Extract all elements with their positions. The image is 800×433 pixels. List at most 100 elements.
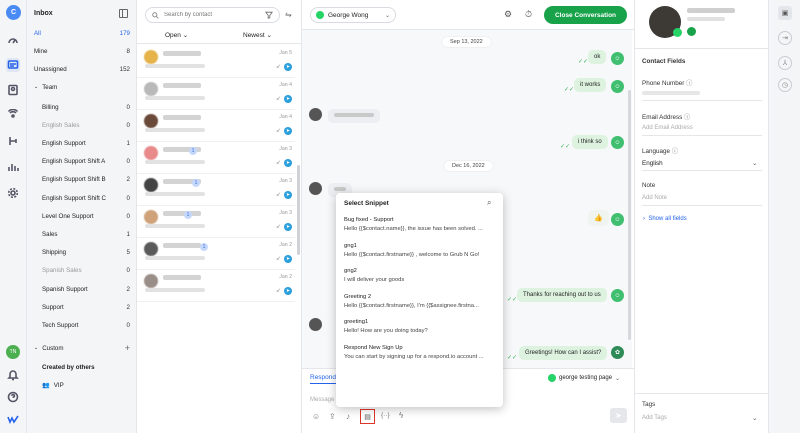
conversation-item[interactable]: Jan 5 ↙ ➤	[137, 46, 295, 78]
conversation-date: Jan 4	[279, 82, 292, 88]
sidebar-item-team[interactable]: Tech Support 0	[27, 318, 137, 332]
tab-respond[interactable]: Respond	[310, 374, 336, 381]
add-custom-icon[interactable]: +	[125, 343, 130, 353]
sidebar-item-team[interactable]: Level One Support 0	[27, 209, 137, 223]
reports-icon[interactable]	[6, 160, 20, 174]
conversation-item[interactable]: Jan 2 ↙ ➤ 1	[137, 238, 295, 270]
profile-icon[interactable]: ▣	[778, 6, 792, 20]
message-preview	[145, 96, 205, 100]
variable-icon[interactable]: {··}	[381, 412, 390, 419]
dashboard-icon[interactable]	[6, 33, 20, 47]
workspace-avatar[interactable]: C	[6, 5, 21, 20]
conversation-item[interactable]: Jan 3 ↙ ➤ 1	[137, 206, 295, 238]
sidebar-item-team[interactable]: Spanish Sales 0	[27, 264, 137, 278]
shortcut-icon[interactable]: ϟ	[399, 411, 403, 420]
users-icon: 👥	[42, 382, 50, 389]
upload-icon[interactable]: ⇪	[329, 412, 336, 421]
workflows-icon[interactable]	[6, 134, 20, 148]
messages-icon[interactable]	[6, 58, 20, 72]
message-input[interactable]: Message	[310, 397, 334, 403]
collapse-sidebar-icon[interactable]	[119, 9, 128, 18]
help-icon[interactable]	[6, 390, 20, 404]
microphone-icon[interactable]: ♪	[346, 412, 350, 421]
reply-arrow-icon: ↙	[275, 64, 281, 70]
search-box[interactable]	[145, 7, 280, 23]
conversation-item[interactable]: Jan 2 ↙ ➤	[137, 270, 295, 302]
contact-avatar	[309, 318, 322, 331]
snooze-icon[interactable]: ⏱	[525, 9, 532, 20]
status-filter-dropdown[interactable]: Open ⌄	[165, 31, 188, 39]
snippet-item[interactable]: gng2 I will deliver your goods	[344, 267, 496, 286]
tags-field[interactable]: Add Tags	[642, 415, 667, 421]
sidebar-item-team[interactable]: English Support Shift A0	[27, 155, 137, 169]
message-preview	[145, 128, 205, 132]
merge-icon[interactable]: ⅄	[778, 56, 792, 70]
close-conversation-button[interactable]: Close Conversation	[544, 6, 627, 24]
snippet-item[interactable]: Respond New Sign Up You can start by sig…	[344, 344, 496, 363]
settings-icon[interactable]	[6, 186, 20, 200]
sidebar-item-team[interactable]: English Support Shift B2	[27, 173, 137, 187]
forward-icon[interactable]: ⇥	[778, 31, 792, 45]
bell-icon[interactable]	[6, 368, 20, 382]
conversation-item[interactable]: Jan 4 ↙ ➤	[137, 78, 295, 110]
show-all-fields-link[interactable]: › Show all fields	[643, 216, 687, 222]
conversation-date: Jan 3	[279, 178, 292, 184]
snippet-item-body: I will deliver your goods	[344, 277, 405, 284]
conversation-item[interactable]: Jan 3 ↙ ➤ 1	[137, 142, 295, 174]
user-avatar[interactable]: TN	[6, 345, 20, 359]
filter-icon[interactable]	[265, 11, 273, 19]
sort-dropdown[interactable]: Newest ⌄	[243, 31, 272, 39]
snippet-item[interactable]: Greeting 2 Hello {{$contact.firstname}},…	[344, 293, 496, 312]
email-label: Email Address ⓘ	[642, 114, 691, 121]
whatsapp-icon	[316, 11, 324, 19]
emoji-icon[interactable]: ☺	[312, 412, 320, 421]
channel-selector[interactable]: george testing page ⌄	[548, 372, 630, 384]
send-button[interactable]: ➤	[610, 408, 627, 423]
snippet-item[interactable]: gng1 Hello {{$contact.firstname}} , welc…	[344, 242, 496, 261]
conversation-item[interactable]: Jan 3 ↙ ➤ 1	[137, 174, 295, 206]
sidebar-item-all[interactable]: All 179	[27, 26, 137, 40]
snippet-item[interactable]: Bug fixed - Support Hello {{$contact.nam…	[344, 216, 496, 235]
snippet-item[interactable]: greeting1 Hello! How are you doing today…	[344, 318, 496, 337]
message-bubble: it works	[574, 78, 607, 92]
list-scrollbar[interactable]	[297, 165, 300, 255]
divider	[642, 205, 762, 206]
conversation-item[interactable]: Jan 4 ↙ ➤	[137, 110, 295, 142]
add-contact-icon[interactable]: ⇋	[285, 10, 292, 19]
contacts-icon[interactable]	[6, 83, 20, 97]
sidebar-item-team[interactable]: English Support Shift C0	[27, 191, 137, 205]
note-field[interactable]: Add Note	[642, 195, 667, 201]
chevron-down-icon[interactable]: ⌄	[752, 414, 757, 422]
chevron-down-icon[interactable]: ⌄	[752, 159, 757, 167]
team-section-header[interactable]: ⌄ Team	[27, 80, 137, 94]
phone-value[interactable]	[642, 91, 700, 95]
custom-section-header[interactable]: ⌄ Custom +	[27, 341, 137, 355]
sidebar-item-team[interactable]: Sales 1	[27, 227, 137, 241]
chat-scrollbar[interactable]	[628, 90, 631, 340]
contact-selector[interactable]: George Wong ⌄	[310, 7, 396, 23]
history-icon[interactable]: ◷	[778, 78, 792, 92]
broadcast-icon[interactable]	[6, 108, 20, 122]
sidebar-item-mine[interactable]: Mine 8	[27, 44, 137, 58]
sidebar-item-team[interactable]: Support 2	[27, 300, 137, 314]
sidebar-item-team[interactable]: Spanish Support 2	[27, 282, 137, 296]
sidebar-item-team[interactable]: Shipping 5	[27, 246, 137, 260]
telegram-icon: ➤	[284, 127, 292, 135]
bot-icon[interactable]: ⚙	[504, 9, 512, 20]
sidebar-item-team[interactable]: English Sales 0	[27, 118, 137, 132]
search-input[interactable]	[164, 12, 254, 18]
sidebar-item-unassigned[interactable]: Unassigned 152	[27, 62, 137, 76]
sidebar-item-vip[interactable]: 👥 VIP	[27, 378, 137, 392]
reply-arrow-icon: ↙	[275, 192, 281, 198]
channel-icon	[687, 27, 696, 36]
snippet-icon[interactable]: ▤	[360, 409, 375, 424]
search-icon[interactable]: ⌕	[487, 198, 491, 208]
sidebar-item-team[interactable]: English Support 1	[27, 136, 137, 150]
contact-avatar	[144, 242, 158, 256]
sidebar-item-team[interactable]: Billing 0	[27, 100, 137, 114]
snippet-item-body: You can start by signing up for a respon…	[344, 353, 484, 360]
contact-avatar	[144, 82, 158, 96]
email-field[interactable]: Add Email Address	[642, 125, 693, 131]
snippet-item-body: Hello {{$contact.name}}, the issue has b…	[344, 226, 483, 233]
language-select[interactable]: English	[642, 160, 663, 167]
